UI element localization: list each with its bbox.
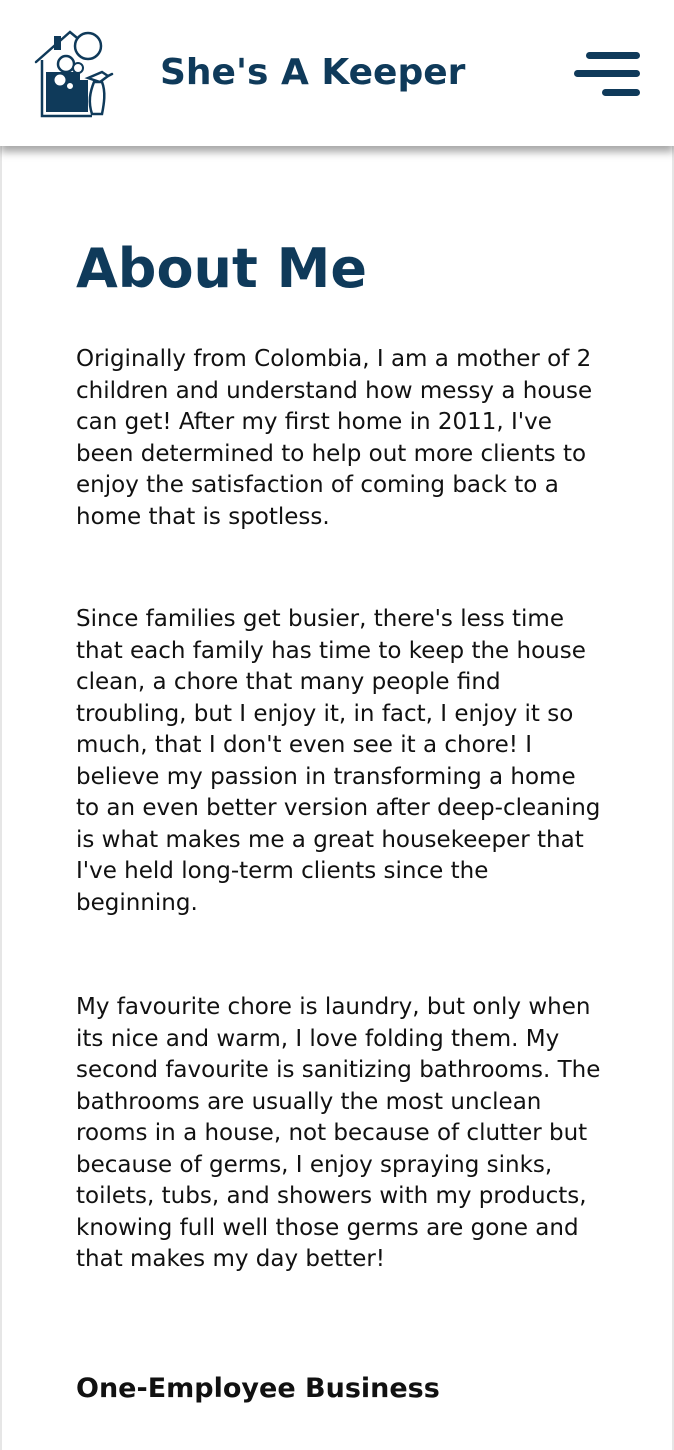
about-paragraph: My favourite chore is laundry, but only … <box>76 994 601 1272</box>
about-paragraph: Since families get busier, there's less … <box>76 606 601 916</box>
logo-link[interactable] <box>34 28 114 118</box>
brand-name[interactable]: She's A Keeper <box>160 50 465 96</box>
page-title: About Me <box>76 237 367 300</box>
house-with-bubbles-logo-icon <box>34 30 114 118</box>
site-header: She's A Keeper <box>0 0 674 146</box>
hamburger-menu-button[interactable] <box>572 48 644 104</box>
about-paragraph: Originally from Colombia, I am a mother … <box>76 346 593 530</box>
section-heading: One-Employee Business <box>76 1373 440 1404</box>
